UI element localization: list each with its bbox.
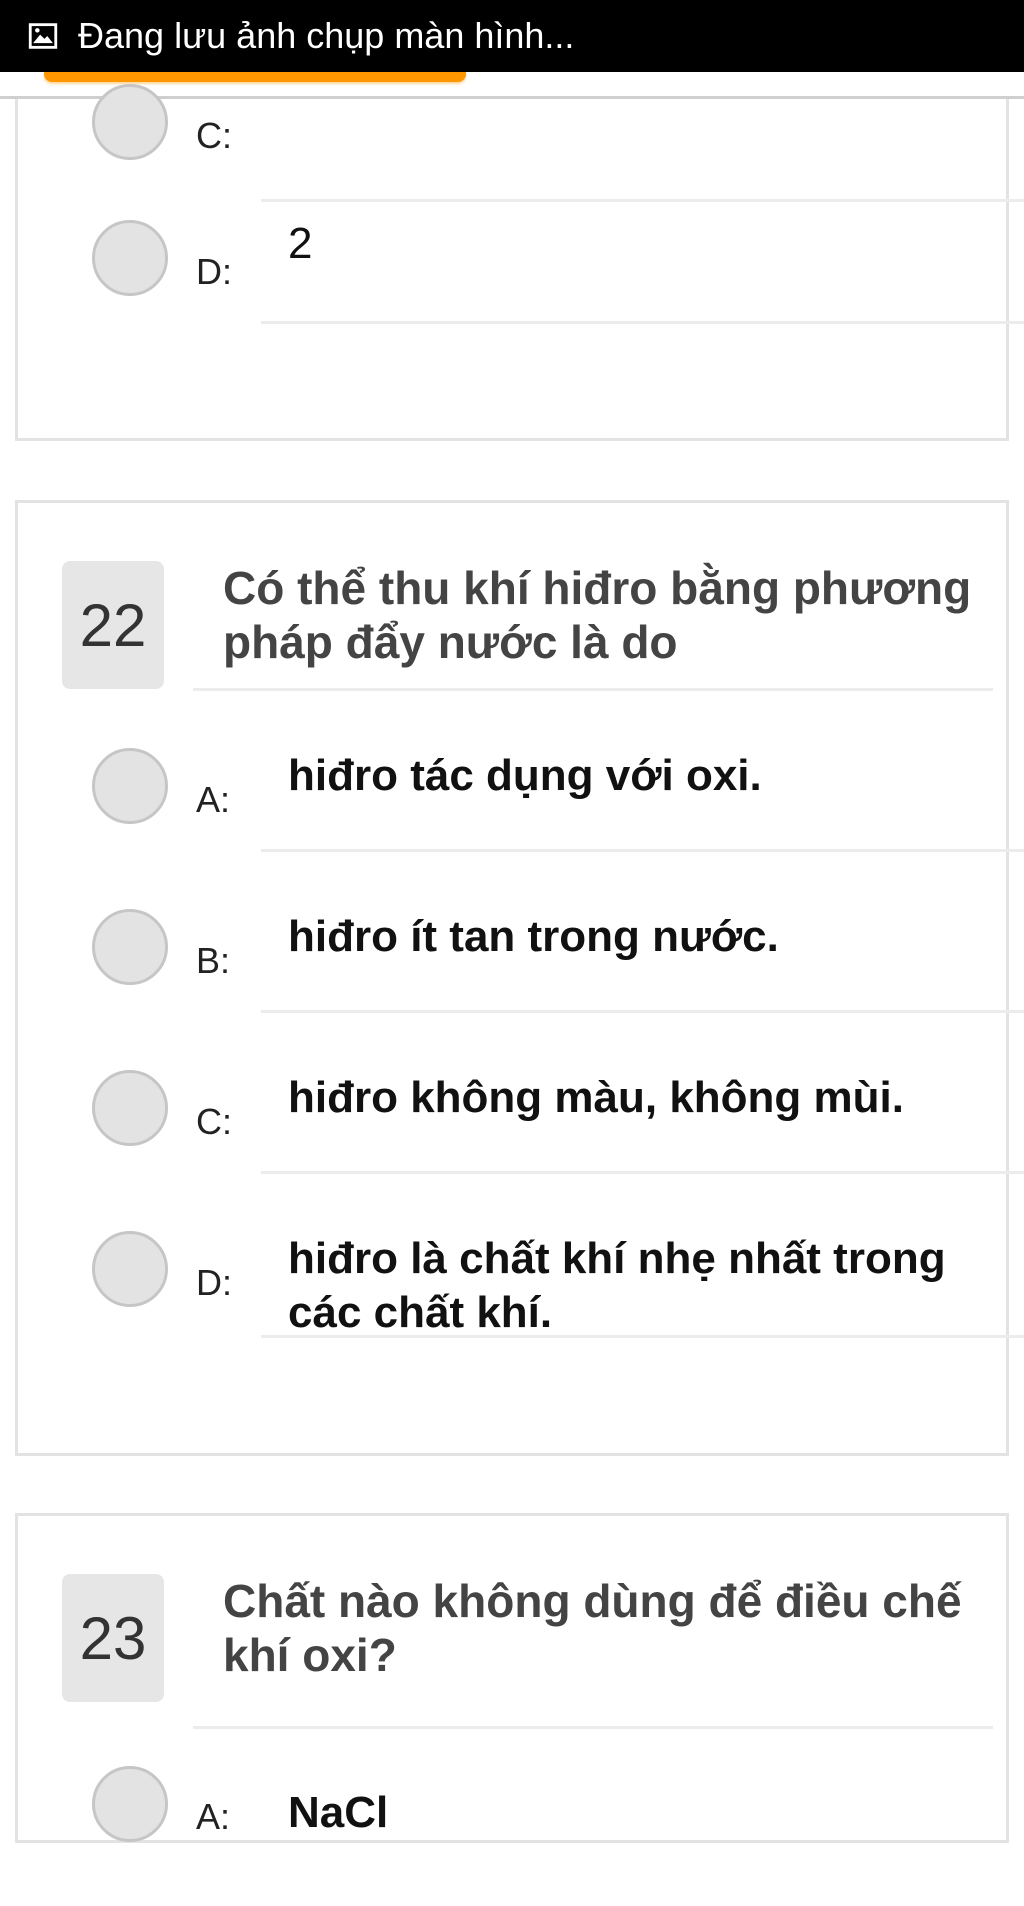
divider [261,1171,1024,1174]
question-number: 23 [62,1574,164,1702]
option-label: A: [196,1796,231,1837]
question-card-22: 22 Có thể thu khí hiđro bằng phương pháp… [15,500,1024,1456]
divider [193,1726,993,1729]
option-text: hiđro không màu, không mùi. [288,1073,904,1122]
radio-button[interactable] [92,748,168,824]
option-text: hiđro là chất khí nhẹ nhất trong các chấ… [288,1234,946,1337]
question-card-21: C: D: 2 [15,84,1024,441]
option-d[interactable]: D: hiđro là chất khí nhẹ nhất trong các … [18,1186,1024,1346]
option-text: NaCl [288,1788,389,1837]
option-label: D: [196,1262,232,1303]
divider [261,849,1024,852]
option-label: D: [196,251,232,292]
radio-button[interactable] [92,1231,168,1307]
option-a[interactable]: A: NaCl [18,1746,1006,1906]
divider [261,1335,1024,1338]
option-text: hiđro tác dụng với oxi. [288,751,762,800]
radio-button[interactable] [92,1766,168,1842]
radio-button[interactable] [92,220,168,296]
option-c[interactable]: C: [18,39,1024,202]
question-text: Chất nào không dùng để điều chế khí oxi? [223,1575,962,1681]
option-label: C: [196,1101,232,1142]
radio-button[interactable] [92,1070,168,1146]
option-label: C: [196,115,232,156]
radio-button[interactable] [92,84,168,160]
radio-button[interactable] [92,909,168,985]
question-number: 22 [62,561,164,689]
question-card-23: 23 Chất nào không dùng để điều chế khí o… [15,1513,1009,1843]
option-label: B: [196,940,231,981]
option-c[interactable]: C: hiđro không màu, không mùi. [18,1025,1024,1185]
option-d[interactable]: D: 2 [18,199,1024,359]
divider [261,1010,1024,1013]
divider [193,688,993,691]
option-text: 2 [288,219,313,268]
option-label: A: [196,779,231,820]
option-b[interactable]: B: hiđro ít tan trong nước. [18,864,1024,1024]
option-text: hiđro ít tan trong nước. [288,912,779,961]
question-text: Có thể thu khí hiđro bằng phương pháp đẩ… [223,562,972,668]
divider [261,321,1024,324]
option-a[interactable]: A: hiđro tác dụng với oxi. [18,703,1024,863]
